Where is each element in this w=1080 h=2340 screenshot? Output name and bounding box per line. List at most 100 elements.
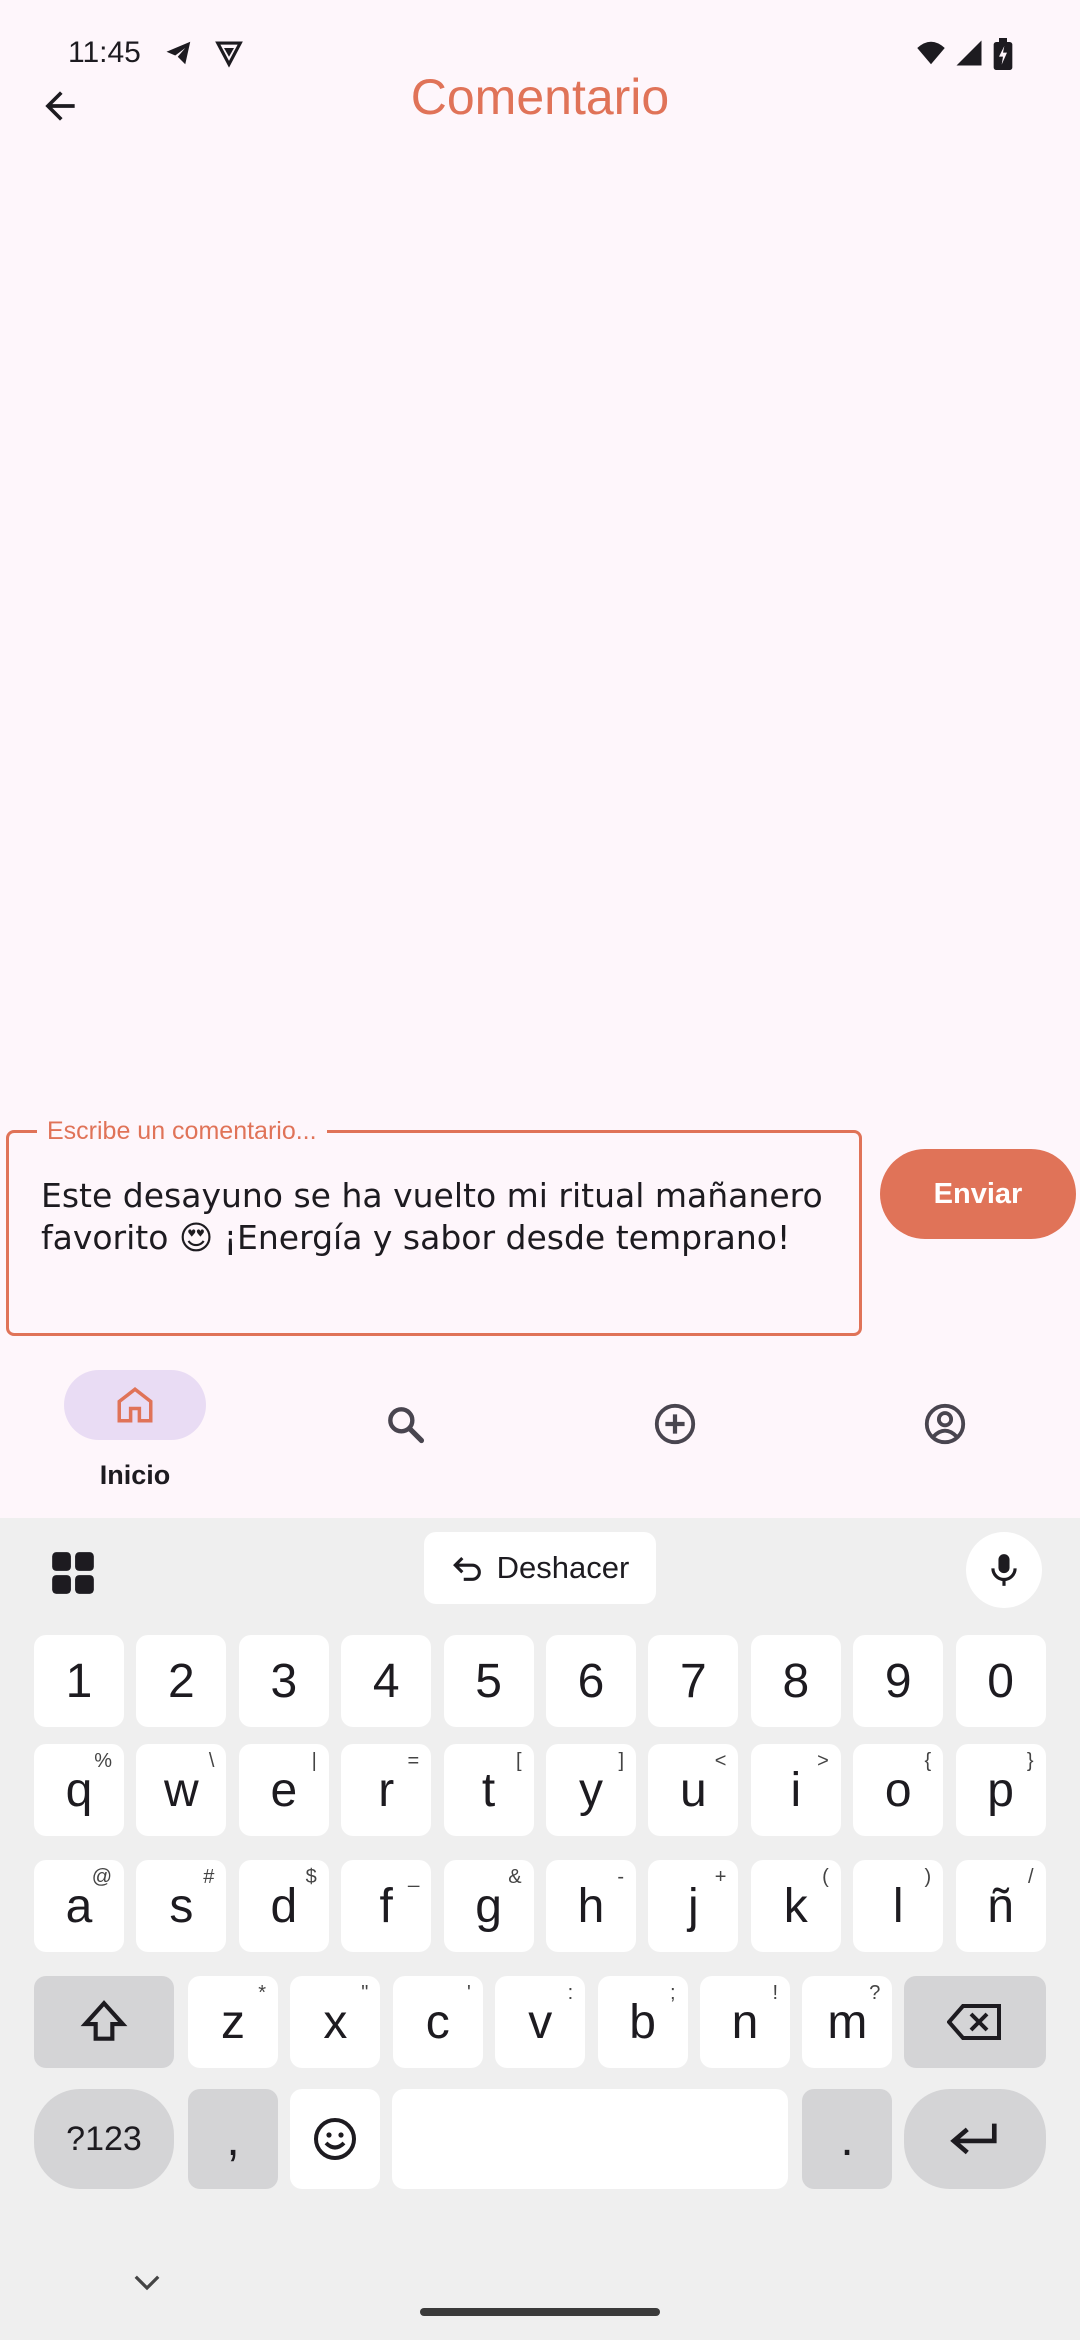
key-label: 0 bbox=[987, 1654, 1014, 1708]
key-v[interactable]: v: bbox=[495, 1976, 586, 2068]
undo-label: Deshacer bbox=[496, 1550, 630, 1585]
key-p[interactable]: p} bbox=[955, 1744, 1046, 1836]
key-label: u bbox=[680, 1763, 707, 1817]
key-a[interactable]: a @ bbox=[34, 1860, 124, 1952]
key-label: c bbox=[425, 1995, 450, 2049]
key-0[interactable]: 0 bbox=[955, 1635, 1046, 1727]
key-t[interactable]: t[ bbox=[443, 1744, 534, 1836]
backspace-key[interactable] bbox=[904, 1976, 1046, 2068]
key-label: k bbox=[783, 1879, 808, 1933]
key-1[interactable]: 1 bbox=[34, 1635, 124, 1727]
key-label: 8 bbox=[782, 1654, 810, 1708]
nav-item-home[interactable]: Inicio bbox=[0, 1360, 270, 1520]
key-label: ñ bbox=[987, 1879, 1014, 1933]
key-x[interactable]: x " bbox=[290, 1976, 381, 2068]
space-key[interactable] bbox=[392, 2089, 788, 2189]
key-secondary-label: _ bbox=[408, 1866, 420, 1888]
undo-button[interactable]: Deshacer bbox=[424, 1532, 656, 1604]
apps-grid-button[interactable] bbox=[48, 1548, 98, 1598]
key-i[interactable]: i > bbox=[750, 1744, 841, 1836]
emoji-key[interactable] bbox=[290, 2089, 380, 2189]
key-y[interactable]: y] bbox=[546, 1744, 636, 1836]
shift-key[interactable] bbox=[34, 1976, 174, 2068]
key-label: 4 bbox=[372, 1654, 400, 1708]
key-secondary-label: ] bbox=[618, 1750, 624, 1772]
chevron-down-icon[interactable] bbox=[132, 2273, 162, 2293]
key-5[interactable]: 5 bbox=[443, 1635, 534, 1727]
key-secondary-label: : bbox=[567, 1982, 574, 2004]
voice-input-button[interactable] bbox=[966, 1532, 1042, 1608]
key-secondary-label: + bbox=[714, 1866, 727, 1888]
key-r[interactable]: r = bbox=[341, 1744, 432, 1836]
comma-key[interactable]: , bbox=[188, 2089, 278, 2189]
key-secondary-label: & bbox=[508, 1866, 522, 1888]
key-h[interactable]: h- bbox=[546, 1860, 636, 1952]
shift-icon bbox=[80, 2000, 128, 2041]
key-secondary-label: # bbox=[203, 1866, 215, 1888]
key-label: 3 bbox=[270, 1654, 298, 1708]
nav-item-profile[interactable] bbox=[810, 1360, 1080, 1520]
period-key[interactable]: . bbox=[802, 2089, 892, 2189]
key-u[interactable]: u < bbox=[648, 1744, 739, 1836]
enter-key[interactable] bbox=[904, 2089, 1046, 2189]
key-9[interactable]: 9 bbox=[853, 1635, 944, 1727]
key-2[interactable]: 2 bbox=[136, 1635, 227, 1727]
key-secondary-label: \ bbox=[208, 1750, 215, 1772]
key-label: g bbox=[475, 1879, 502, 1933]
key-g[interactable]: g & bbox=[443, 1860, 534, 1952]
comment-input-value[interactable]: Este desayuno se ha vuelto mi ritual mañ… bbox=[41, 1175, 829, 1259]
comment-input[interactable]: Escribe un comentario... Este desayuno s… bbox=[6, 1117, 862, 1336]
key-secondary-label: % bbox=[94, 1750, 112, 1772]
key-secondary-label: ; bbox=[670, 1982, 676, 2004]
key-secondary-label: ) bbox=[924, 1866, 932, 1888]
key-label: 9 bbox=[884, 1654, 912, 1708]
nav-label-home: Inicio bbox=[99, 1460, 171, 1490]
key-l[interactable]: l) bbox=[853, 1860, 944, 1952]
key-secondary-label: ? bbox=[869, 1982, 881, 2004]
key-z[interactable]: z * bbox=[188, 1976, 278, 2068]
key-d[interactable]: d $ bbox=[238, 1860, 329, 1952]
key-secondary-label: > bbox=[817, 1750, 829, 1772]
key-label: m bbox=[827, 1995, 868, 2049]
keyboard-toolbar: Deshacer bbox=[0, 1518, 1080, 1618]
key-label: l bbox=[892, 1879, 904, 1933]
key-j[interactable]: j + bbox=[648, 1860, 739, 1952]
comment-input-label: Escribe un comentario... bbox=[37, 1117, 327, 1146]
nav-item-add[interactable] bbox=[540, 1360, 810, 1520]
key-label: 2 bbox=[168, 1654, 195, 1708]
key-3[interactable]: 3 bbox=[238, 1635, 329, 1727]
key-s[interactable]: s # bbox=[136, 1860, 227, 1952]
key-n[interactable]: n! bbox=[700, 1976, 790, 2068]
key-w[interactable]: w \ bbox=[136, 1744, 227, 1836]
key-b[interactable]: b; bbox=[597, 1976, 688, 2068]
key-label: , bbox=[226, 2112, 240, 2166]
undo-icon bbox=[452, 1556, 481, 1581]
enter-icon bbox=[950, 2123, 997, 2155]
key-f[interactable]: f _ bbox=[341, 1860, 432, 1952]
symbols-key[interactable]: ?123 bbox=[34, 2089, 174, 2189]
key-secondary-label: / bbox=[1028, 1866, 1034, 1888]
key-q[interactable]: q% bbox=[34, 1744, 124, 1836]
key-secondary-label: | bbox=[311, 1750, 317, 1772]
home-indicator[interactable] bbox=[420, 2308, 660, 2316]
nav-item-search[interactable] bbox=[270, 1360, 540, 1520]
bottom-navigation: Inicio bbox=[0, 1360, 1080, 1520]
key-label: ?123 bbox=[66, 2119, 142, 2158]
key-label: 1 bbox=[65, 1654, 93, 1708]
key-e[interactable]: e | bbox=[238, 1744, 329, 1836]
key-k[interactable]: k( bbox=[750, 1860, 841, 1952]
key-o[interactable]: o{ bbox=[853, 1744, 944, 1836]
key-label: x bbox=[323, 1995, 348, 2049]
key-6[interactable]: 6 bbox=[546, 1635, 636, 1727]
key-c[interactable]: c ' bbox=[392, 1976, 483, 2068]
key-4[interactable]: 4 bbox=[341, 1635, 432, 1727]
key-ñ[interactable]: ñ / bbox=[955, 1860, 1046, 1952]
key-8[interactable]: 8 bbox=[750, 1635, 841, 1727]
key-label: y bbox=[579, 1763, 603, 1817]
key-m[interactable]: m? bbox=[802, 1976, 893, 2068]
key-label: 7 bbox=[680, 1654, 707, 1708]
app-bar: Comentario bbox=[0, 60, 1080, 150]
key-7[interactable]: 7 bbox=[648, 1635, 739, 1727]
key-secondary-label: $ bbox=[305, 1866, 317, 1888]
send-button[interactable]: Enviar bbox=[880, 1149, 1076, 1239]
